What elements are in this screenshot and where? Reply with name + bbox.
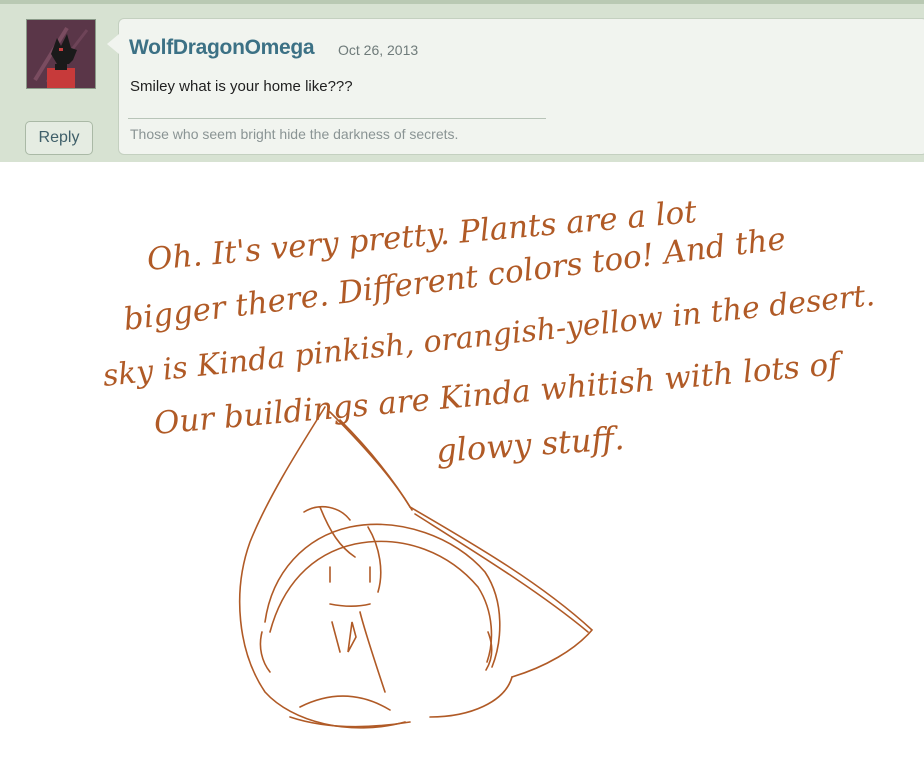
avatar[interactable] <box>26 19 96 89</box>
post-date: Oct 26, 2013 <box>338 42 419 58</box>
handwritten-line-5: glowy stuff. <box>435 419 626 470</box>
signature: Those who seem bright hide the darkness … <box>130 126 459 142</box>
reply-button[interactable]: Reply <box>25 121 93 155</box>
username-link[interactable]: WolfDragonOmega <box>129 36 315 60</box>
post-header: Reply WolfDragonOmega Oct 26, 2013 Smile… <box>0 0 924 162</box>
handwritten-drawing: Oh. It's very pretty. Plants are a lot b… <box>101 194 876 729</box>
message-card-pointer <box>107 34 119 54</box>
message-text: Smiley what is your home like??? <box>130 78 353 95</box>
signature-divider <box>128 118 546 119</box>
avatar-image <box>27 20 95 88</box>
